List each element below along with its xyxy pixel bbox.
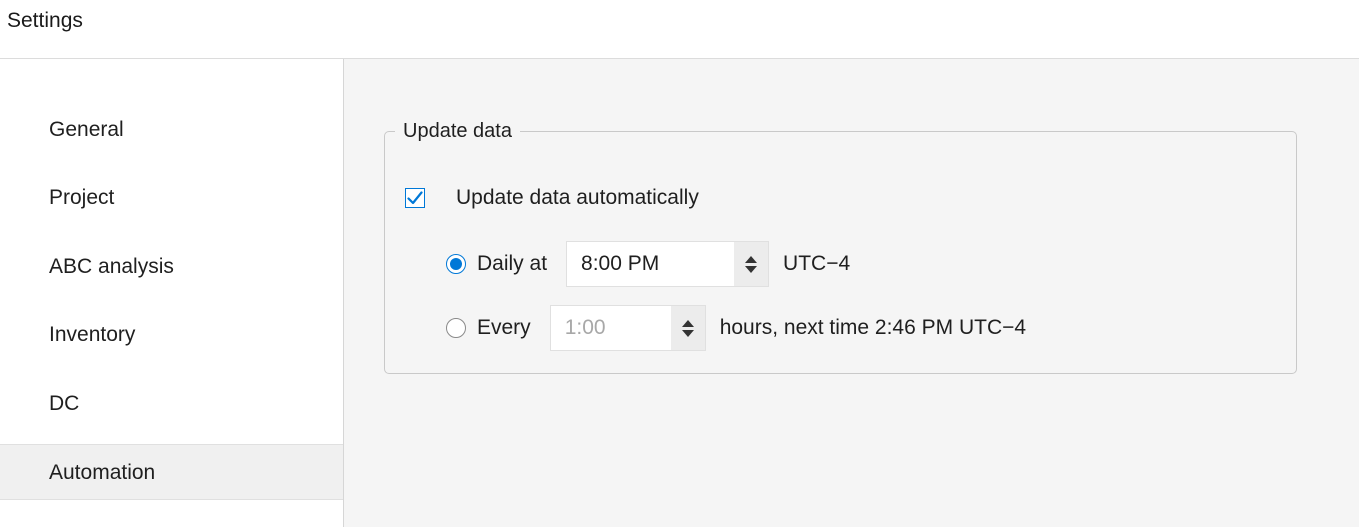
- auto-update-label: Update data automatically: [456, 186, 699, 209]
- daily-radio[interactable]: [446, 254, 466, 274]
- daily-label[interactable]: Daily at: [477, 252, 547, 276]
- settings-sidebar: General Project ABC analysis Inventory D…: [0, 59, 344, 527]
- every-interval-spinbox[interactable]: 1:00: [549, 305, 706, 351]
- daily-time-spinbox[interactable]: 8:00 PM: [566, 241, 770, 287]
- settings-window: Settings General Project ABC analysis In…: [0, 0, 1359, 527]
- daily-time-stepper[interactable]: [734, 242, 769, 286]
- daily-time-value[interactable]: 8:00 PM: [567, 252, 734, 276]
- auto-update-checkbox[interactable]: [405, 188, 425, 208]
- checkmark-icon: [407, 191, 423, 205]
- decrement-arrow-icon[interactable]: [681, 329, 694, 337]
- every-interval-value[interactable]: 1:00: [551, 316, 671, 340]
- decrement-arrow-icon[interactable]: [745, 265, 758, 273]
- sidebar-item-inventory[interactable]: Inventory: [0, 307, 343, 363]
- daily-timezone-label: UTC−4: [783, 252, 851, 275]
- every-next-time-label: hours, next time 2:46 PM UTC−4: [719, 316, 1027, 339]
- auto-update-option[interactable]: Update data automatically: [405, 184, 699, 212]
- daily-option: Daily at 8:00 PM UTC−4: [446, 241, 851, 287]
- every-radio[interactable]: [446, 318, 466, 338]
- every-label[interactable]: Every: [477, 316, 531, 340]
- update-data-group-title: Update data: [395, 117, 520, 145]
- sidebar-item-automation[interactable]: Automation: [0, 444, 343, 500]
- sidebar-item-general[interactable]: General: [0, 102, 343, 158]
- increment-arrow-icon[interactable]: [745, 255, 758, 263]
- sidebar-item-abc-analysis[interactable]: ABC analysis: [0, 239, 343, 295]
- every-interval-stepper[interactable]: [670, 306, 705, 350]
- title-bar: Settings: [0, 0, 1359, 59]
- increment-arrow-icon[interactable]: [681, 319, 694, 327]
- radio-selected-dot: [450, 258, 462, 270]
- automation-settings-panel: Update data Update data automatically Da…: [344, 59, 1359, 527]
- sidebar-item-dc[interactable]: DC: [0, 376, 343, 432]
- every-option: Every 1:00 hours, next time 2:46 PM UTC−…: [446, 305, 1027, 351]
- sidebar-item-project[interactable]: Project: [0, 170, 343, 226]
- window-title: Settings: [7, 9, 83, 32]
- update-data-group: Update data Update data automatically Da…: [384, 117, 1297, 374]
